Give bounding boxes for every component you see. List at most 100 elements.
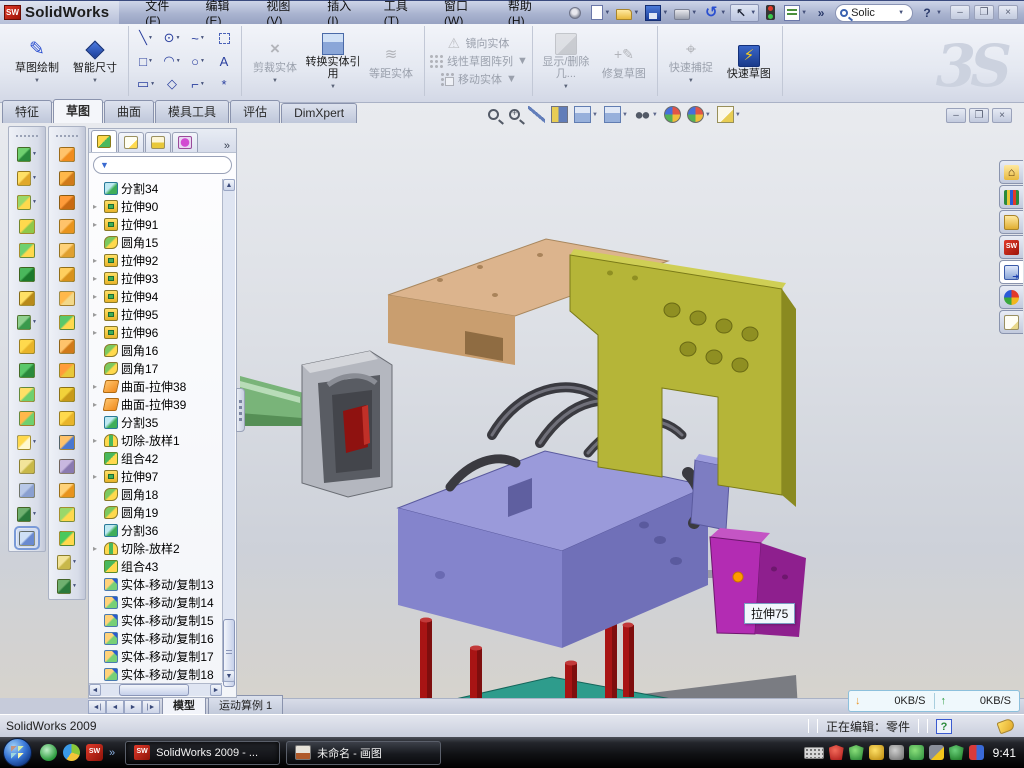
network-warning-icon[interactable]	[929, 745, 944, 760]
surface-tool-icon[interactable]	[57, 145, 77, 163]
surface-tool-icon[interactable]	[57, 433, 77, 451]
expand-icon[interactable]: ▸	[93, 400, 101, 409]
model-nav-button-1[interactable]: ◄	[106, 700, 124, 714]
search-box[interactable]: Solic ▼	[835, 4, 913, 22]
model-nav-button-3[interactable]: |►	[142, 700, 160, 714]
traffic-light-button[interactable]	[761, 4, 780, 21]
health-shield-icon[interactable]	[949, 745, 964, 760]
feature-tool-icon[interactable]: ▼	[17, 505, 37, 523]
offset-entities-button[interactable]: ≋等距实体	[362, 42, 420, 80]
display-delete-relations-button[interactable]: 显示/删除几...▼	[537, 30, 595, 93]
feature-tool-icon[interactable]: ▼	[17, 313, 37, 331]
scroll-left-icon[interactable]: ◄	[89, 684, 101, 696]
help-button[interactable]: ?▼	[917, 4, 944, 22]
appearances-tab[interactable]	[999, 310, 1023, 334]
surface-tool-icon[interactable]	[57, 385, 77, 403]
surface-tool-icon[interactable]	[57, 289, 77, 307]
move-entities-button[interactable]: 移动实体▼	[440, 71, 517, 87]
360-safety-icon[interactable]	[63, 744, 80, 761]
scroll-up-icon[interactable]: ▲	[223, 179, 235, 191]
tree-item[interactable]: ▸曲面-拉伸38	[91, 377, 222, 395]
property-manager-tab[interactable]	[118, 132, 144, 152]
solidworks-launcher-icon[interactable]: SW	[86, 744, 103, 761]
model-nav-button-2[interactable]: ►	[124, 700, 142, 714]
badge-icon[interactable]	[869, 745, 884, 760]
scroll-right-icon[interactable]: ►	[210, 684, 222, 696]
dimxpert-manager-tab[interactable]	[172, 132, 198, 152]
phone-icon[interactable]	[909, 745, 924, 760]
chevron-down-icon[interactable]: ▼	[898, 10, 904, 16]
tree-item[interactable]: ▸圆角17	[91, 359, 222, 377]
minimize-button[interactable]: –	[950, 5, 970, 20]
doc-restore-button[interactable]: ❐	[969, 108, 989, 123]
feature-tool-icon[interactable]	[17, 361, 37, 379]
input-keyboard-icon[interactable]	[804, 747, 824, 759]
tab-曲面[interactable]: 曲面	[104, 100, 154, 123]
circle-icon[interactable]: ⊙▼	[159, 27, 185, 50]
feature-tool-icon[interactable]	[17, 289, 37, 307]
solidworks-resources-tab[interactable]: SW	[999, 235, 1023, 259]
tree-item[interactable]: ▸实体-移动/复制14	[91, 593, 222, 611]
tab-特征[interactable]: 特征	[2, 100, 52, 123]
configuration-manager-tab[interactable]	[145, 132, 171, 152]
core-block[interactable]	[398, 451, 737, 648]
arc-icon[interactable]: ◠▼	[159, 50, 185, 73]
internet-tab[interactable]	[999, 285, 1023, 309]
tree-item[interactable]: ▸切除-放样1	[91, 431, 222, 449]
design-library-tab[interactable]	[999, 185, 1023, 209]
surface-tool-icon[interactable]	[57, 265, 77, 283]
tree-item[interactable]: ▸拉伸96	[91, 323, 222, 341]
zoom-area-button[interactable]	[507, 107, 522, 122]
options-button[interactable]: ▼	[782, 4, 809, 22]
tree-item[interactable]: ▸拉伸91	[91, 215, 222, 233]
surface-tool-icon[interactable]	[57, 457, 77, 475]
zoom-fit-button[interactable]	[486, 107, 501, 122]
expand-icon[interactable]: ▸	[93, 220, 101, 229]
scroll-down-icon[interactable]: ▼	[223, 670, 235, 682]
volume-icon[interactable]	[889, 745, 904, 760]
polygon-icon[interactable]: ◇	[159, 73, 185, 96]
repair-sketch-button[interactable]: +✎修复草图	[595, 42, 653, 80]
surface-tool-icon[interactable]	[57, 193, 77, 211]
expand-icon[interactable]: ▸	[93, 436, 101, 445]
tree-item[interactable]: ▸拉伸94	[91, 287, 222, 305]
tree-item[interactable]: ▸拉伸95	[91, 305, 222, 323]
feature-tool-icon[interactable]: ▼	[17, 145, 37, 163]
tree-item[interactable]: ▸拉伸90	[91, 197, 222, 215]
mirror-entities-button[interactable]: ⚠镜向实体	[447, 35, 509, 51]
sketch-button[interactable]: ✎草图绘制▼	[8, 36, 66, 87]
tree-item[interactable]: ▸曲面-拉伸39	[91, 395, 222, 413]
yellow-bracket[interactable]	[570, 249, 796, 507]
surface-tool-icon[interactable]	[57, 313, 77, 331]
expand-icon[interactable]: ▸	[93, 328, 101, 337]
surface-tool-icon[interactable]	[57, 529, 77, 547]
feature-tool-icon[interactable]	[17, 385, 37, 403]
point-icon[interactable]: *	[211, 73, 237, 96]
expand-icon[interactable]: ▸	[93, 382, 101, 391]
tree-item[interactable]: ▸实体-移动/复制16	[91, 629, 222, 647]
surface-tool-icon[interactable]	[57, 409, 77, 427]
quick-tips-icon[interactable]: ?	[936, 719, 952, 734]
tree-item[interactable]: ▸分割36	[91, 521, 222, 539]
text-icon[interactable]: A	[211, 50, 237, 73]
quick-snaps-button[interactable]: ⌖快速捕捉▼	[662, 36, 720, 87]
feature-tool-icon[interactable]: ▼	[17, 193, 37, 211]
hscroll-thumb[interactable]	[119, 684, 189, 696]
print-button[interactable]: ▼	[672, 5, 699, 21]
panel-splitter-handle[interactable]	[236, 388, 245, 432]
start-button[interactable]	[3, 738, 32, 767]
section-view-button[interactable]	[551, 106, 568, 123]
surface-tool-icon[interactable]: ▼	[57, 553, 77, 571]
tree-item[interactable]: ▸分割35	[91, 413, 222, 431]
feature-tool-icon[interactable]	[17, 337, 37, 355]
pin-button[interactable]	[565, 4, 585, 22]
apply-scene-button[interactable]: ▼	[687, 106, 711, 123]
spline-icon[interactable]: ~▼	[185, 27, 211, 50]
tree-item[interactable]: ▸拉伸97	[91, 467, 222, 485]
quick-launch-overflow-icon[interactable]: »	[109, 747, 115, 759]
smart-dimension-button[interactable]: 智能尺寸▼	[66, 36, 124, 87]
home-tab[interactable]: ⌂	[999, 160, 1023, 184]
shield-lightning-icon[interactable]	[849, 745, 864, 760]
tree-item[interactable]: ▸圆角16	[91, 341, 222, 359]
feature-tool-icon[interactable]	[17, 481, 37, 499]
